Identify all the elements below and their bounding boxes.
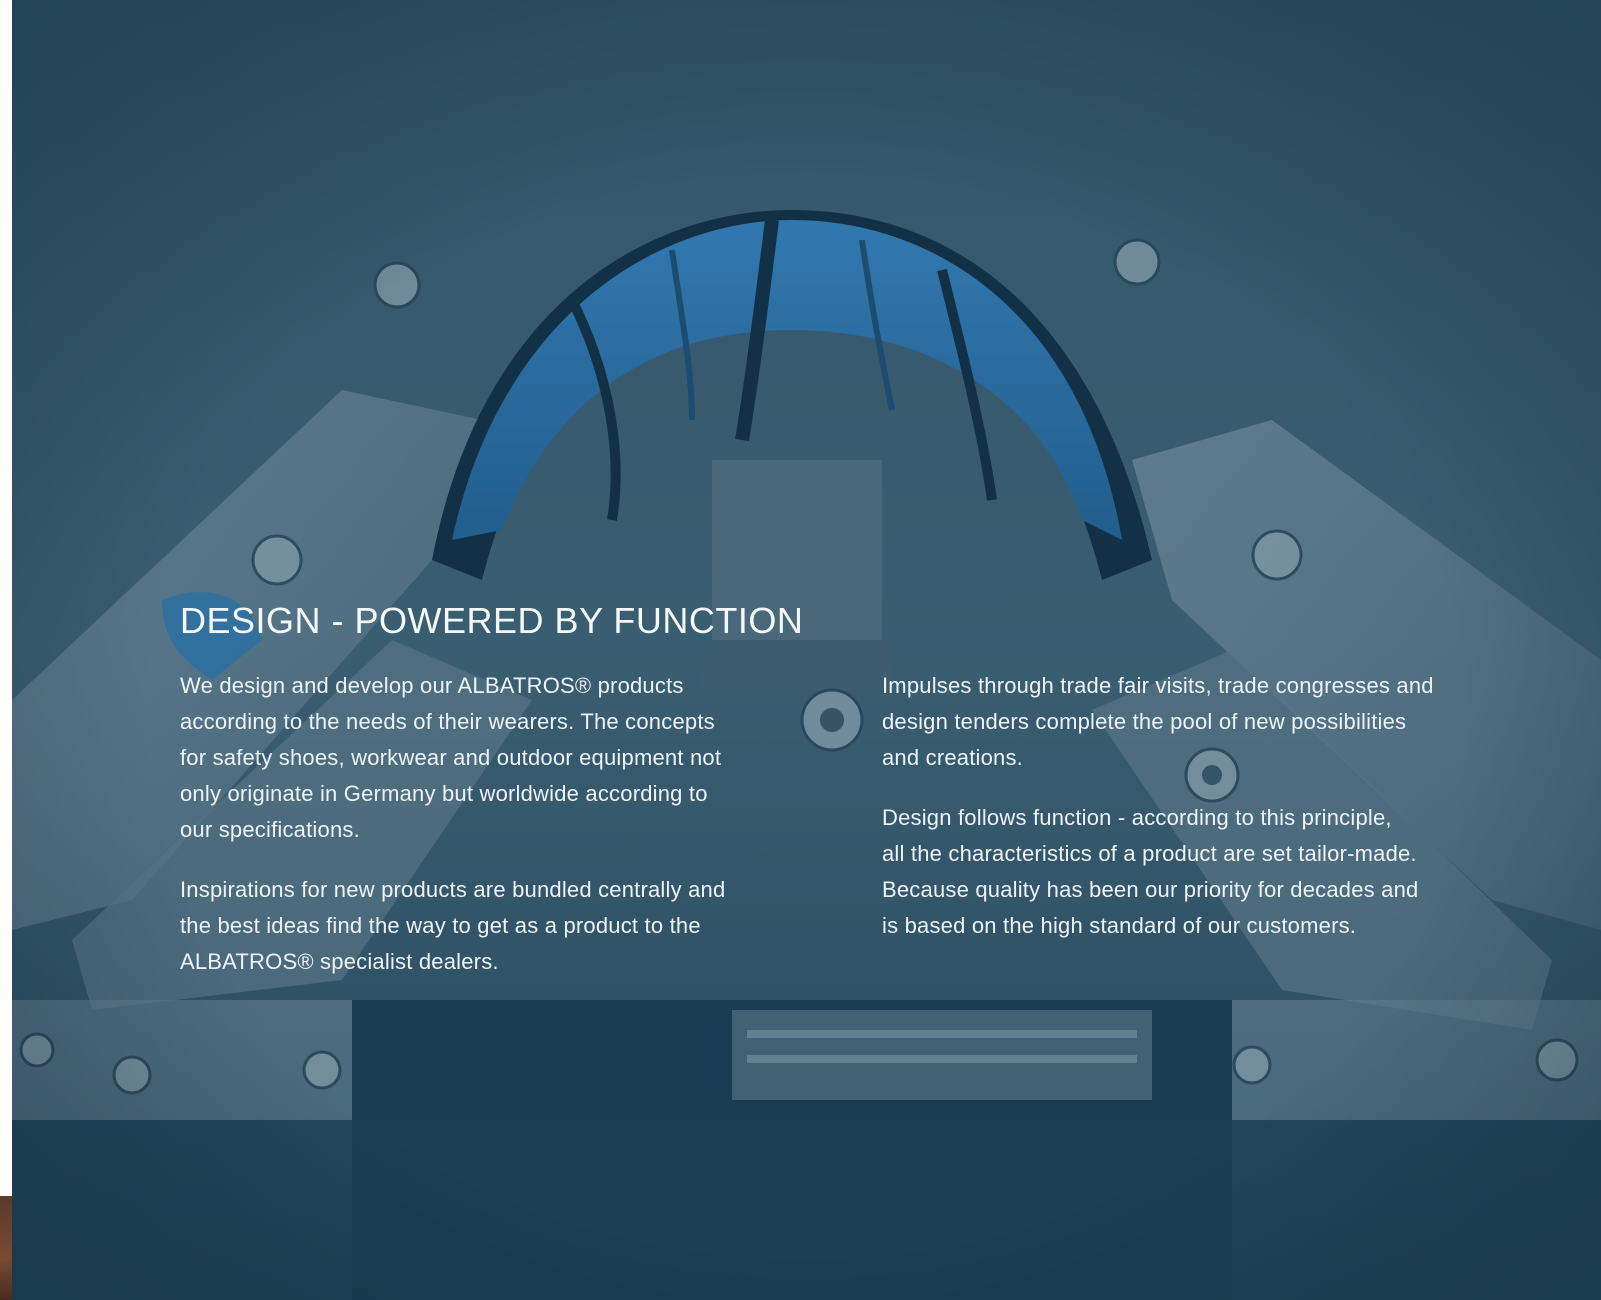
left-edge-image-fragment (0, 1196, 12, 1300)
text-columns: We design and develop our ALBATROS® prod… (180, 668, 1540, 1004)
left-column: We design and develop our ALBATROS® prod… (180, 668, 820, 1004)
right-column: Impulses through trade fair visits, trad… (882, 668, 1532, 1004)
section-heading: DESIGN - POWERED BY FUNCTION (180, 600, 804, 641)
paragraph-design-develop: We design and develop our ALBATROS® prod… (180, 673, 722, 842)
paragraph-design-follows-function: Design follows function - according to t… (882, 805, 1419, 938)
paragraph-inspirations: Inspirations for new products are bundle… (180, 877, 726, 974)
page: DESIGN - POWERED BY FUNCTION We design a… (0, 0, 1601, 1300)
left-margin-strip (0, 0, 12, 1300)
paragraph-impulses: Impulses through trade fair visits, trad… (882, 673, 1434, 770)
text-content: DESIGN - POWERED BY FUNCTION We design a… (180, 600, 1540, 1004)
